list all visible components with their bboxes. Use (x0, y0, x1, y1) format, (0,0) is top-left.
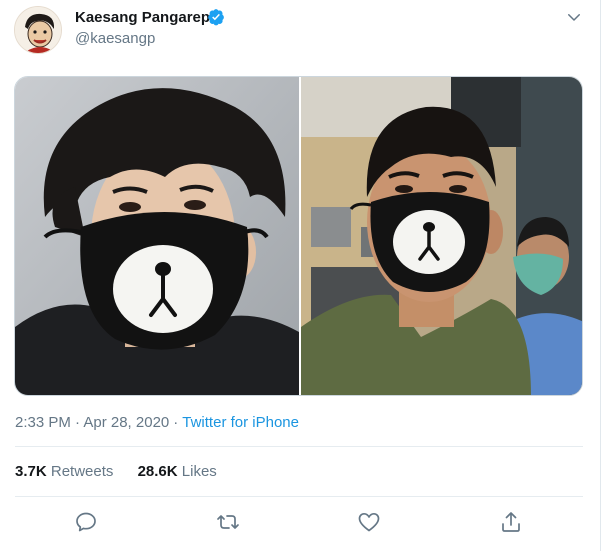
retweet-icon[interactable] (216, 510, 240, 534)
caricature-avatar-icon (15, 7, 61, 53)
reply-icon[interactable] (74, 510, 98, 534)
avatar[interactable] (14, 6, 62, 54)
likes-count: 28.6K (137, 463, 178, 480)
media-grid (14, 76, 583, 396)
display-name[interactable]: Kaesang Pangarep (75, 9, 210, 26)
divider (15, 496, 583, 497)
likes-stat[interactable]: 28.6K Likes (138, 463, 217, 480)
verified-badge-icon (208, 9, 224, 26)
divider (15, 446, 583, 447)
tweet-stats: 3.7K Retweets 28.6K Likes (15, 463, 237, 480)
meta-separator: · (173, 414, 179, 431)
photo-right[interactable] (301, 77, 582, 395)
tweet-card: Kaesang Pangarep @kaesangp 2:33 PM · Apr… (0, 0, 601, 551)
handle[interactable]: @kaesangp (75, 30, 155, 47)
heart-icon[interactable] (357, 510, 381, 534)
action-bar (0, 500, 601, 546)
photo-left[interactable] (15, 77, 299, 395)
source-link[interactable]: Twitter for iPhone (182, 414, 299, 431)
chevron-down-icon[interactable] (565, 8, 583, 26)
retweets-label: Retweets (50, 463, 114, 480)
tweet-meta: 2:33 PM · Apr 28, 2020 · Twitter for iPhon… (15, 414, 299, 431)
retweets-count: 3.7K (15, 463, 47, 480)
photo-man-bear-mask-right-icon (301, 77, 582, 395)
timestamp[interactable]: 2:33 PM · Apr 28, 2020 (15, 414, 169, 431)
likes-label: Likes (181, 463, 217, 480)
retweets-stat[interactable]: 3.7K Retweets (15, 463, 113, 480)
share-icon[interactable] (499, 510, 523, 534)
photo-man-bear-mask-left-icon (15, 77, 299, 395)
